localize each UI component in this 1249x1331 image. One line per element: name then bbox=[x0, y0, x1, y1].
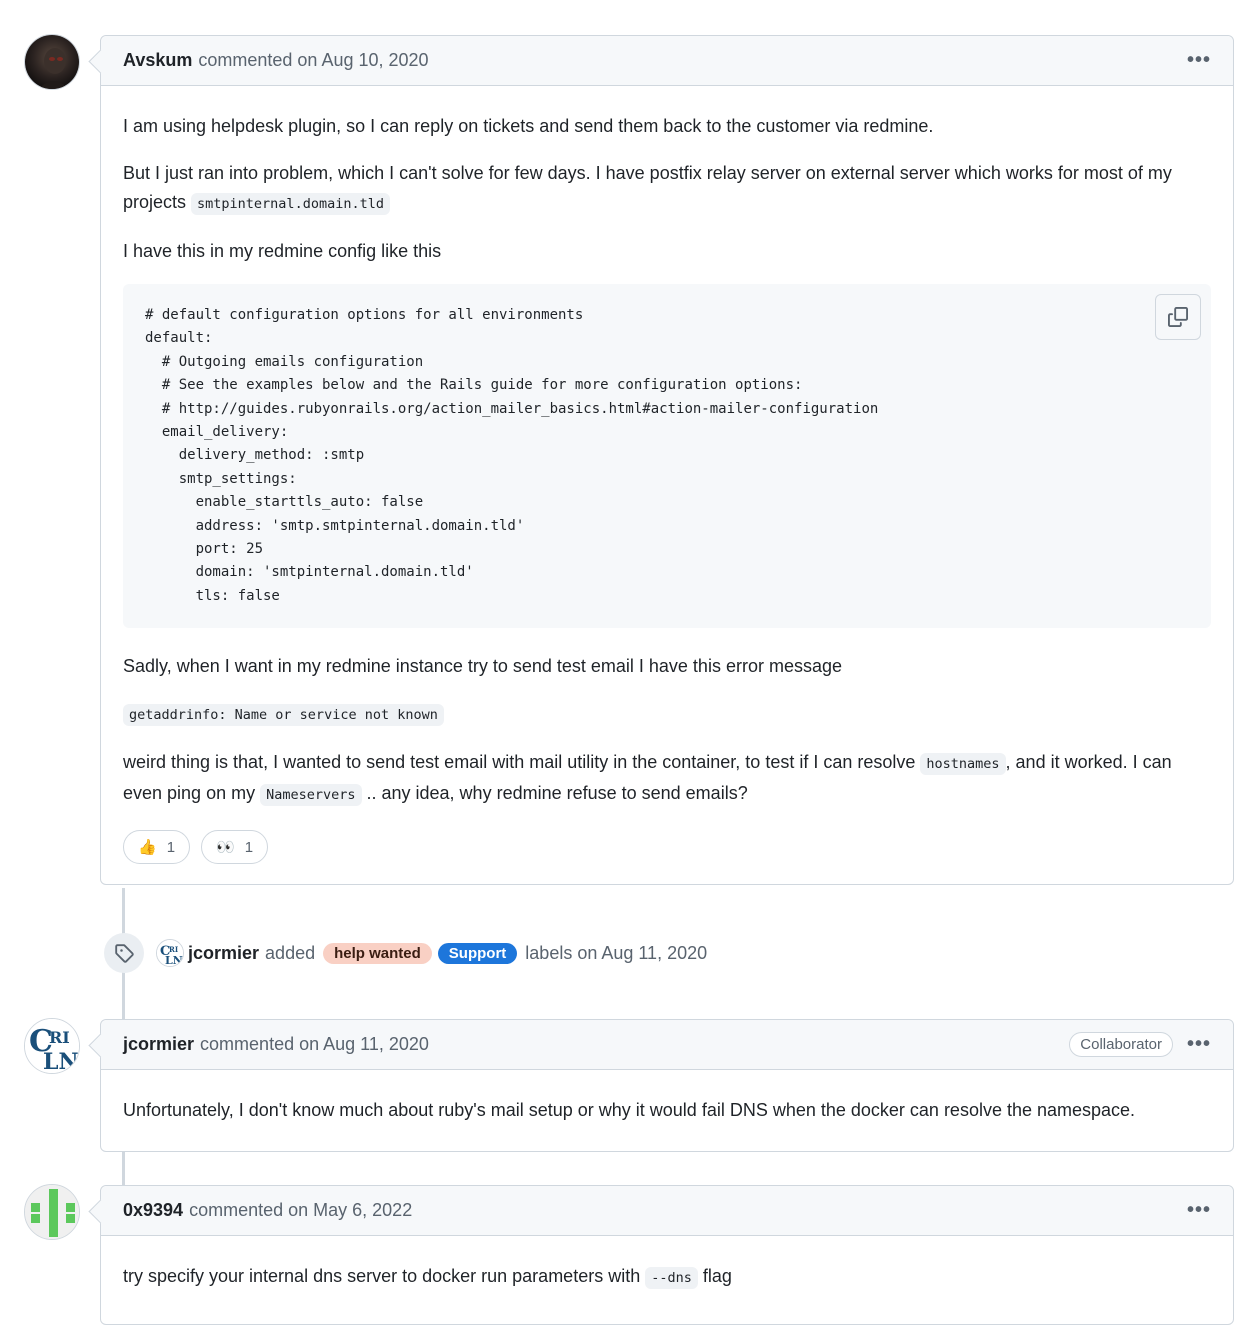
collaborator-badge: Collaborator bbox=[1069, 1032, 1173, 1057]
comment-paragraph: getaddrinfo: Name or service not known bbox=[123, 699, 1211, 730]
thumbs-up-icon: 👍 bbox=[138, 838, 157, 856]
comment-header: 0x9394 commented on May 6, 2022 ••• bbox=[101, 1186, 1233, 1236]
reactions-bar: 👍 1 👀 1 bbox=[123, 830, 1211, 865]
inline-code: smtpinternal.domain.tld bbox=[191, 193, 390, 215]
avatar-0x9394[interactable] bbox=[24, 1184, 80, 1240]
comment-paragraph: weird thing is that, I wanted to send te… bbox=[123, 748, 1211, 810]
kebab-horizontal-icon[interactable]: ••• bbox=[1187, 1033, 1211, 1056]
comment-body: Unfortunately, I don't know much about r… bbox=[101, 1070, 1233, 1151]
comment-author-link[interactable]: 0x9394 bbox=[123, 1200, 183, 1221]
reaction-eyes[interactable]: 👀 1 bbox=[201, 830, 269, 865]
label-help-wanted[interactable]: help wanted bbox=[323, 942, 432, 964]
svg-text:LN: LN bbox=[165, 954, 183, 967]
comment-header: jcormier commented on Aug 11, 2020 Colla… bbox=[101, 1020, 1233, 1070]
eyes-icon: 👀 bbox=[216, 838, 235, 856]
comment-paragraph: Sadly, when I want in my redmine instanc… bbox=[123, 656, 842, 677]
inline-code: --dns bbox=[645, 1267, 698, 1289]
comment-header: Avskum commented on Aug 10, 2020 ••• bbox=[101, 36, 1233, 86]
comment-paragraph: I am using helpdesk plugin, so I can rep… bbox=[123, 116, 934, 136]
reaction-thumbs-up[interactable]: 👍 1 bbox=[123, 830, 191, 865]
comment-avskum: Avskum commented on Aug 10, 2020 ••• I a… bbox=[100, 35, 1234, 886]
reaction-count: 1 bbox=[244, 838, 254, 856]
inline-code: hostnames bbox=[920, 753, 1006, 776]
comment-timestamp[interactable]: commented on Aug 10, 2020 bbox=[198, 50, 428, 71]
code-block-content: # default configuration options for all … bbox=[145, 307, 879, 604]
tag-icon bbox=[104, 933, 144, 973]
inline-code: getaddrinfo: Name or service not known bbox=[123, 704, 444, 727]
comment-jcormier: jcormier commented on Aug 11, 2020 Colla… bbox=[100, 1019, 1234, 1152]
comment-timestamp[interactable]: commented on May 6, 2022 bbox=[189, 1200, 412, 1221]
label-support[interactable]: Support bbox=[437, 942, 518, 964]
comment-body: I am using helpdesk plugin, so I can rep… bbox=[101, 86, 1233, 884]
comment-paragraph: Unfortunately, I don't know much about r… bbox=[123, 1100, 1136, 1120]
copy-button[interactable] bbox=[1155, 294, 1201, 340]
comment-body: try specify your internal dns server to … bbox=[101, 1236, 1233, 1331]
inline-code: Nameservers bbox=[260, 784, 362, 807]
comment-paragraph: I have this in my redmine config like th… bbox=[123, 241, 442, 261]
avatar-jcormier-small[interactable]: C RI LN bbox=[156, 939, 184, 967]
avatar-avskum[interactable] bbox=[24, 34, 80, 90]
label-event: C RI LN jcormier added help wanted Suppo… bbox=[104, 933, 712, 973]
copy-icon bbox=[1168, 307, 1188, 327]
reaction-count: 1 bbox=[166, 838, 176, 856]
avatar-jcormier[interactable]: C RI LN bbox=[24, 1018, 80, 1074]
comment-author-link[interactable]: jcormier bbox=[123, 1034, 194, 1055]
kebab-horizontal-icon[interactable]: ••• bbox=[1187, 1199, 1211, 1222]
comment-paragraph: But I just ran into problem, which I can… bbox=[123, 159, 1211, 219]
kebab-horizontal-icon[interactable]: ••• bbox=[1187, 49, 1211, 72]
comment-author-link[interactable]: Avskum bbox=[123, 50, 192, 71]
svg-text:LN: LN bbox=[43, 1049, 79, 1074]
svg-text:RI: RI bbox=[49, 1028, 70, 1047]
code-block: # default configuration options for all … bbox=[123, 284, 1211, 629]
svg-text:RI: RI bbox=[169, 945, 178, 954]
event-action: added bbox=[265, 942, 316, 963]
comment-timestamp[interactable]: commented on Aug 11, 2020 bbox=[200, 1034, 429, 1055]
comment-paragraph: try specify your internal dns server to … bbox=[123, 1262, 1211, 1293]
discussion-timeline: Avskum commented on Aug 10, 2020 ••• I a… bbox=[0, 0, 1249, 1325]
event-suffix: labels on Aug 11, 2020 bbox=[525, 942, 708, 963]
event-author-link[interactable]: jcormier bbox=[188, 943, 259, 964]
comment-0x9394: 0x9394 commented on May 6, 2022 ••• try … bbox=[100, 1185, 1234, 1325]
